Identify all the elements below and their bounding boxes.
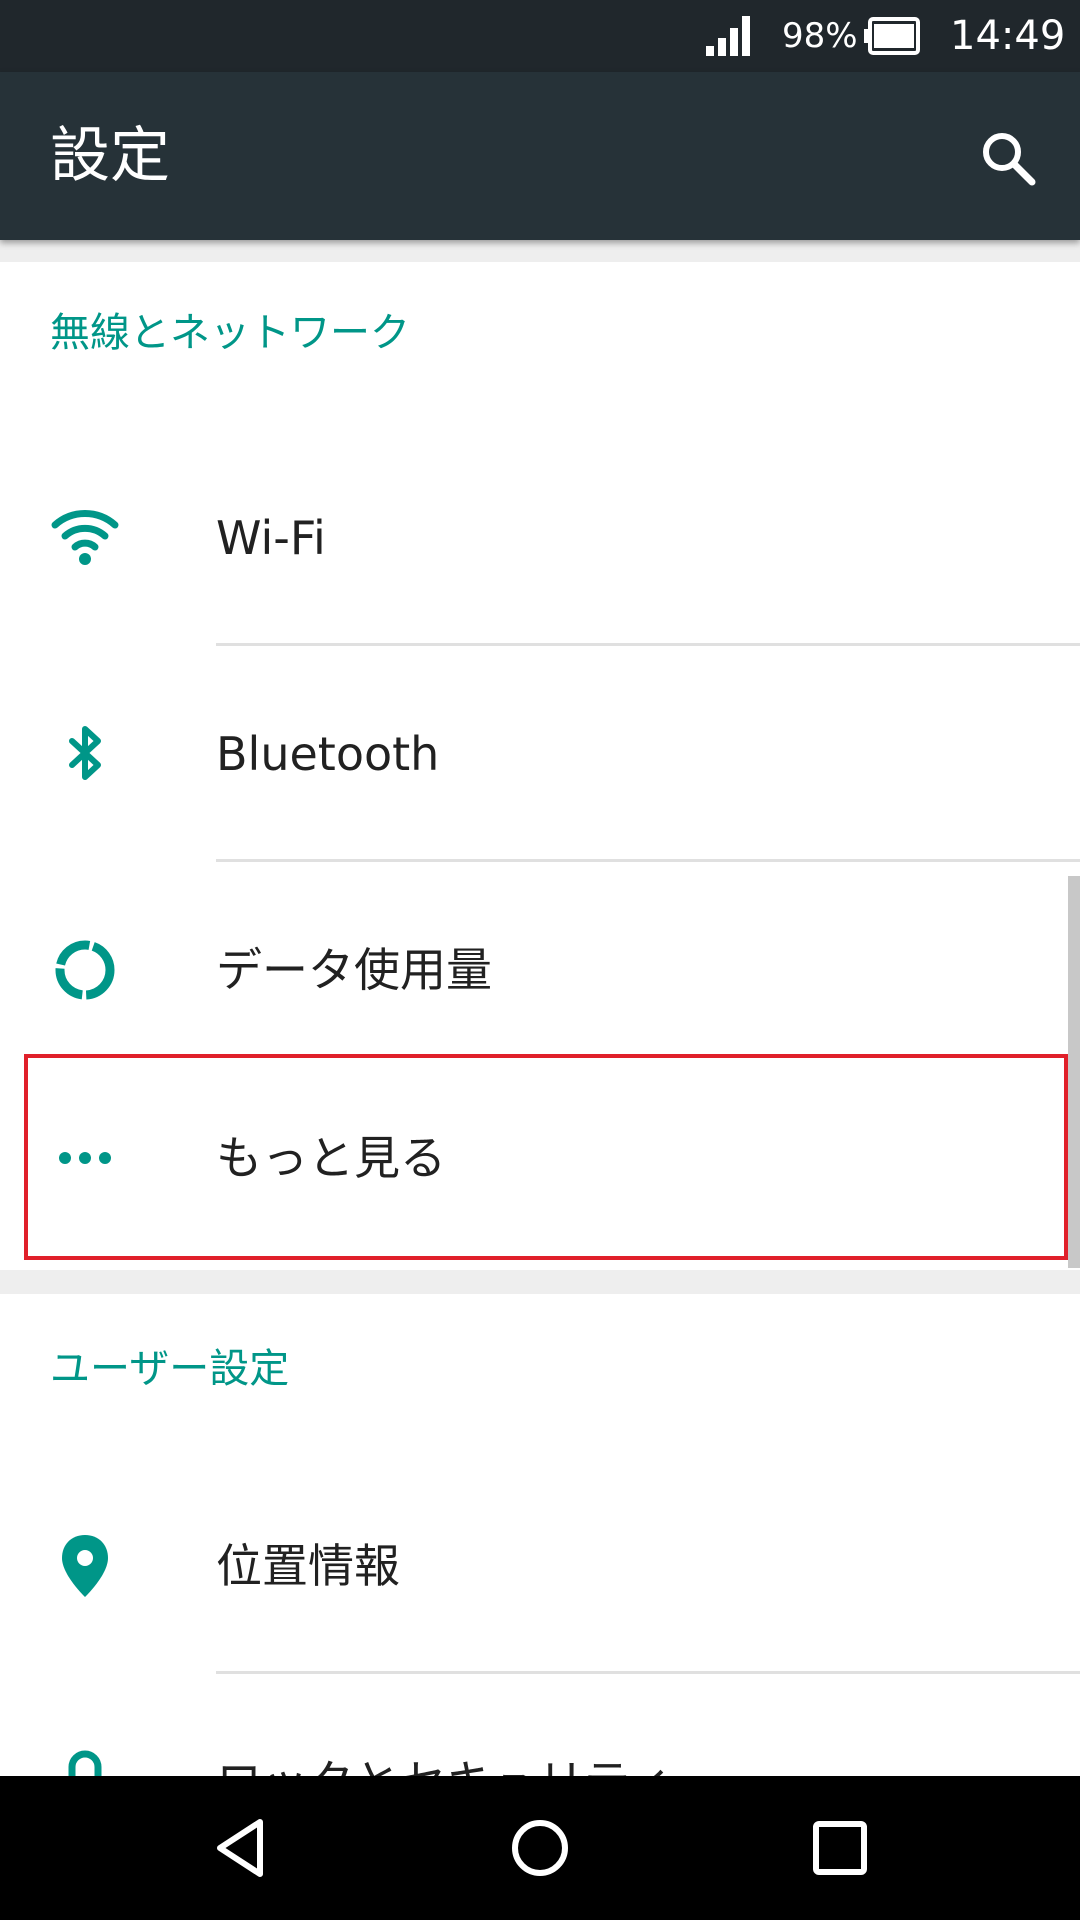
app-bar: 設定 [0, 72, 1080, 240]
settings-item-label: データ使用量 [216, 943, 492, 997]
lock-icon [68, 1750, 102, 1776]
section-divider [0, 1270, 1080, 1294]
settings-item-label: 位置情報 [216, 1539, 400, 1593]
recents-icon[interactable] [800, 1808, 880, 1888]
wifi-icon [51, 510, 119, 565]
settings-item-label: Wi-Fi [216, 511, 326, 565]
navigation-bar [0, 1776, 1080, 1920]
section-header-wireless: 無線とネットワーク [50, 310, 410, 356]
bluetooth-icon [69, 726, 101, 780]
battery-icon [864, 17, 920, 55]
settings-item-data-usage[interactable]: データ使用量 [0, 862, 1080, 1078]
page-title: 設定 [50, 121, 170, 191]
settings-item-wifi[interactable]: Wi-Fi [0, 430, 1080, 646]
settings-item-location[interactable]: 位置情報 [0, 1458, 1080, 1674]
settings-item-label: Bluetooth [216, 727, 440, 781]
clock: 14:49 [950, 13, 1066, 59]
status-bar: 98% 14:49 [0, 0, 1080, 72]
section-header-user: ユーザー設定 [50, 1346, 290, 1392]
settings-item-label: もっと見る [216, 1131, 446, 1185]
scrollbar[interactable] [1068, 876, 1080, 1268]
battery-percentage: 98% [782, 16, 858, 56]
settings-item-bluetooth[interactable]: Bluetooth [0, 646, 1080, 862]
settings-list[interactable]: 無線とネットワーク Wi-Fi Bluetooth データ使用量 もっと見る ユ… [0, 240, 1080, 1776]
search-icon[interactable] [976, 126, 1040, 190]
signal-icon [706, 16, 750, 56]
location-icon [62, 1535, 108, 1597]
settings-item-label: ロックとセキュリティ [216, 1752, 673, 1776]
settings-item-lock-security[interactable]: ロックとセキュリティ [0, 1674, 1080, 1776]
data-usage-icon [55, 940, 115, 1000]
back-icon[interactable] [202, 1808, 282, 1888]
settings-item-more[interactable]: もっと見る [0, 1050, 1080, 1266]
home-icon[interactable] [500, 1808, 580, 1888]
more-icon [59, 1152, 111, 1164]
section-divider [0, 240, 1080, 262]
